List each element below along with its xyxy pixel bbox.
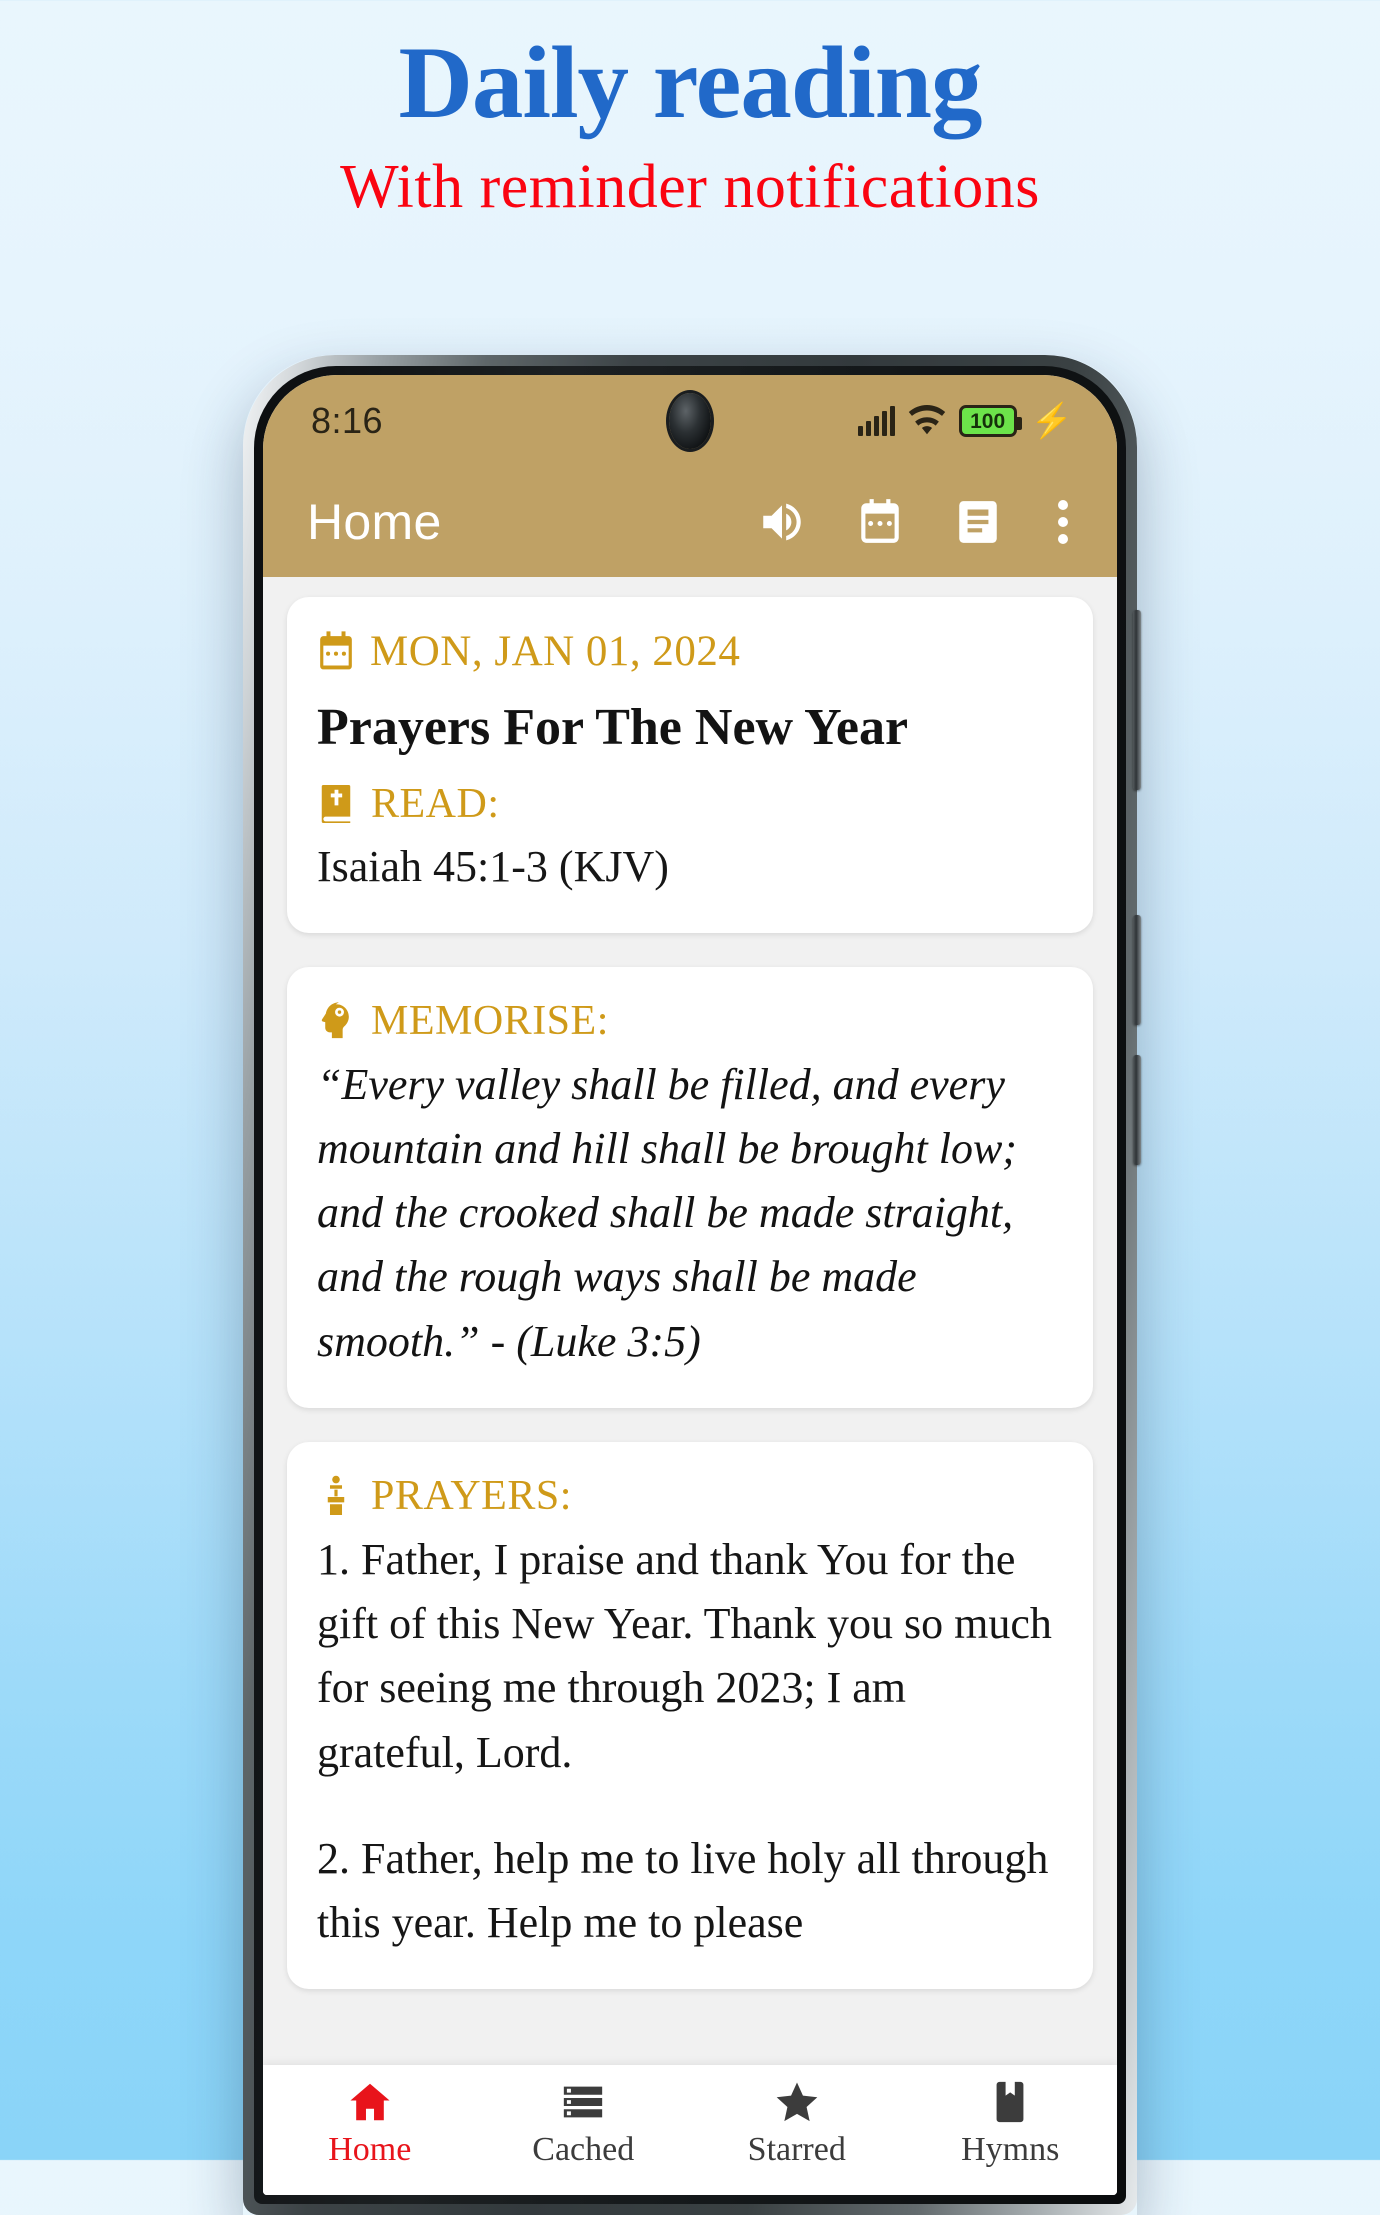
podium-icon (317, 1474, 355, 1518)
devotional-content[interactable]: MON, JAN 01, 2024 Prayers For The New Ye… (263, 577, 1117, 2195)
nav-item-starred[interactable]: Starred (690, 2079, 904, 2169)
prayers-card[interactable]: PRAYERS: 1. Father, I praise and thank Y… (287, 1441, 1093, 1990)
power-button[interactable] (1133, 610, 1141, 790)
lightning-bolt-icon: ⚡ (1030, 402, 1073, 440)
reading-date: MON, JAN 01, 2024 (370, 628, 741, 675)
status-bar: 8:16 100 ⚡ (263, 375, 1117, 467)
prayers-list: 1. Father, I praise and thank You for th… (317, 1528, 1063, 1955)
app-bar: Home (263, 467, 1117, 577)
prayer-item: 1. Father, I praise and thank You for th… (317, 1534, 1052, 1777)
bookmark-book-icon (987, 2079, 1033, 2125)
read-section-header: READ: (317, 780, 1063, 828)
signal-bars-icon (857, 406, 895, 436)
volume-up-button[interactable] (1133, 915, 1141, 1025)
nav-label-cached: Cached (532, 2131, 635, 2168)
bible-icon (317, 782, 355, 826)
memorise-label: MEMORISE: (371, 997, 609, 1044)
volume-icon[interactable] (757, 497, 807, 547)
wifi-icon (908, 405, 946, 437)
promo-header: Daily reading With reminder notification… (0, 0, 1380, 221)
nav-label-starred: Starred (747, 2131, 846, 2168)
status-icons: 100 ⚡ (857, 402, 1073, 440)
memorise-card[interactable]: MEMORISE: “Every valley shall be filled,… (287, 966, 1093, 1408)
front-camera-punch-hole (669, 393, 711, 449)
nav-item-cached[interactable]: Cached (477, 2079, 691, 2169)
phone-bezel: 8:16 100 ⚡ Home MON, JAN 01, 2024 Prayer… (254, 366, 1126, 2204)
phone-screen: 8:16 100 ⚡ Home MON, JAN 01, 2024 Prayer… (263, 375, 1117, 2195)
list-storage-icon (560, 2079, 606, 2125)
promo-title: Daily reading (398, 26, 982, 140)
phone-mockup: 8:16 100 ⚡ Home MON, JAN 01, 2024 Prayer… (243, 355, 1141, 2215)
brain-head-icon (317, 999, 355, 1043)
nav-item-hymns[interactable]: Hymns (904, 2079, 1118, 2169)
promo-subtitle: With reminder notifications (340, 153, 1040, 222)
home-icon (347, 2079, 393, 2125)
star-icon (774, 2079, 820, 2125)
nav-item-home[interactable]: Home (263, 2079, 477, 2169)
app-bar-actions (757, 497, 1075, 547)
nav-label-hymns: Hymns (961, 2131, 1060, 2168)
read-label: READ: (371, 781, 500, 828)
prayers-section-header: PRAYERS: (317, 1472, 1063, 1520)
article-icon[interactable] (953, 497, 1003, 547)
status-time: 8:16 (311, 400, 384, 441)
memorise-verse: “Every valley shall be filled, and every… (317, 1059, 1017, 1366)
prayer-item: 2. Father, help me to live holy all thro… (317, 1833, 1049, 1948)
overflow-menu-icon[interactable] (1057, 500, 1069, 544)
calendar-icon[interactable] (855, 497, 905, 547)
prayers-label: PRAYERS: (371, 1472, 572, 1519)
read-reference: Isaiah 45:1-3 (KJV) (317, 842, 669, 892)
reading-title: Prayers For The New Year (317, 699, 909, 756)
calendar-icon (317, 630, 355, 674)
memorise-section-header: MEMORISE: (317, 997, 1063, 1045)
page-title: Home (307, 494, 442, 550)
battery-icon: 100 (958, 405, 1022, 437)
date-row: MON, JAN 01, 2024 (317, 627, 1063, 676)
nav-label-home: Home (328, 2131, 412, 2168)
reading-card[interactable]: MON, JAN 01, 2024 Prayers For The New Ye… (287, 597, 1093, 933)
volume-down-button[interactable] (1133, 1055, 1141, 1165)
bottom-navigation: Home Cached Starred Hymns (263, 2065, 1117, 2195)
phone-frame: 8:16 100 ⚡ Home MON, JAN 01, 2024 Prayer… (243, 355, 1141, 2215)
battery-level: 100 (970, 409, 1006, 433)
